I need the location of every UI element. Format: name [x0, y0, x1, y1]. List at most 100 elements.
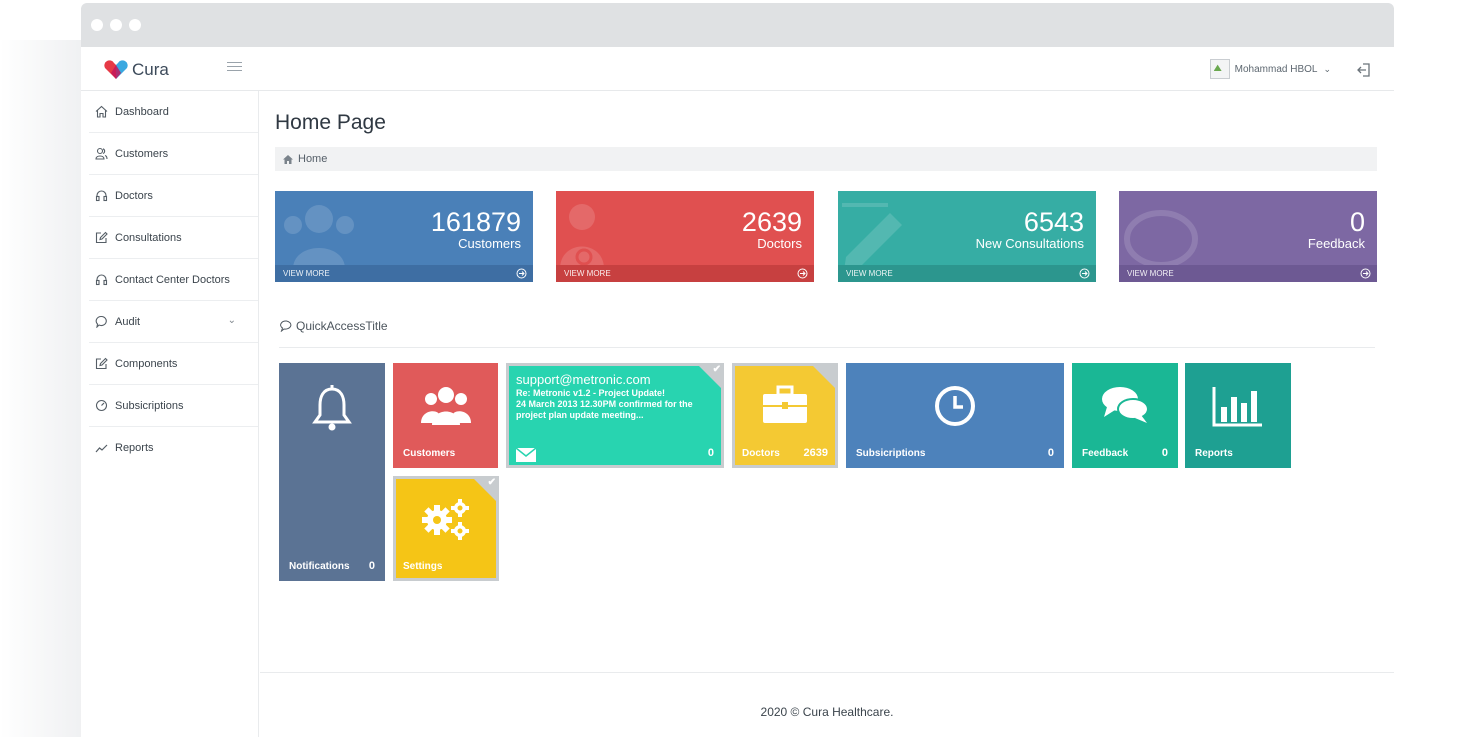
stat-label: New Consultations [975, 236, 1084, 251]
chat-bubble-icon [280, 320, 292, 332]
chat-icon [94, 315, 108, 329]
sidebar: Dashboard Customers Doctors Consultation… [89, 91, 259, 737]
breadcrumb-home-link[interactable]: Home [298, 153, 327, 165]
sidebar-item-label: Audit [115, 315, 141, 328]
chevron-down-icon[interactable]: ⌄ [228, 315, 236, 326]
selection-corner [810, 363, 838, 391]
clock-icon [846, 385, 1064, 427]
window-dot [129, 19, 141, 31]
sidebar-item-components[interactable]: Components [89, 343, 258, 385]
page-title: Home Page [275, 111, 386, 134]
home-icon [94, 105, 108, 119]
view-more-link[interactable]: VIEW MORE [846, 269, 893, 278]
tile-label: Doctors [742, 448, 780, 459]
sidebar-item-dashboard[interactable]: Dashboard [89, 91, 258, 133]
stat-value: 6543 [1023, 207, 1084, 237]
user-menu[interactable]: Mohammad HBOL ⌄ [1209, 59, 1331, 79]
mail-preview: Re: Metronic v1.2 - Project Update! 24 M… [516, 388, 712, 421]
sidebar-item-label: Consultations [115, 231, 182, 244]
stat-label: Feedback [1307, 236, 1365, 251]
view-more-link[interactable]: VIEW MORE [1127, 269, 1174, 278]
app-name: Cura [132, 60, 169, 79]
browser-window: Cura Mohammad HBOL ⌄ Dashboard Customers… [81, 3, 1394, 737]
arrow-circle-right-icon [1360, 268, 1371, 279]
sidebar-item-contact-center-doctors[interactable]: Contact Center Doctors [89, 259, 258, 301]
gauge-icon [94, 399, 108, 413]
sidebar-item-label: Contact Center Doctors [115, 273, 230, 286]
tile-label: Subsicriptions [856, 448, 926, 459]
stat-label: Customers [458, 236, 521, 251]
arrow-circle-right-icon [516, 268, 527, 279]
users-icon [94, 147, 108, 161]
tile-doctors[interactable]: Doctors 2639 [732, 363, 838, 468]
page-shadow [0, 40, 90, 737]
quick-access-label: QuickAccessTitle [296, 319, 388, 333]
bell-icon [279, 385, 385, 433]
sidebar-item-label: Dashboard [115, 105, 169, 118]
stat-footer[interactable]: VIEW MORE [838, 265, 1096, 282]
tile-count: 0 [707, 447, 714, 459]
home-icon [283, 154, 293, 164]
stat-card-consultations[interactable]: 6543 New Consultations VIEW MORE [838, 191, 1096, 282]
stat-card-doctors[interactable]: 2639 Doctors VIEW MORE [556, 191, 814, 282]
tile-label: Customers [403, 448, 456, 459]
check-icon: ✔ [487, 477, 496, 488]
window-titlebar [81, 3, 1394, 47]
sidebar-item-customers[interactable]: Customers [89, 133, 258, 175]
avatar [1209, 59, 1230, 79]
main-content: Home Page Home 161879 Customers VIEW MOR… [260, 91, 1394, 737]
sidebar-item-label: Doctors [115, 189, 153, 202]
view-more-link[interactable]: VIEW MORE [283, 269, 330, 278]
stat-footer[interactable]: VIEW MORE [1119, 265, 1377, 282]
tile-label: Feedback [1082, 448, 1129, 459]
chart-line-icon [94, 441, 108, 455]
arrow-circle-right-icon [1079, 268, 1090, 279]
mail-subject: Re: Metronic v1.2 - Project Update! [516, 388, 666, 398]
arrow-circle-right-icon [797, 268, 808, 279]
briefcase-icon [732, 385, 838, 425]
stat-card-feedback[interactable]: 0 Feedback VIEW MORE [1119, 191, 1377, 282]
stat-value: 2639 [741, 207, 802, 237]
sidebar-item-subscriptions[interactable]: Subsicriptions [89, 385, 258, 427]
tile-feedback[interactable]: Feedback 0 [1072, 363, 1178, 468]
tile-customers[interactable]: Customers [393, 363, 498, 468]
tile-mail[interactable]: support@metronic.com Re: Metronic v1.2 -… [506, 363, 724, 468]
tile-reports[interactable]: Reports [1185, 363, 1291, 468]
tile-subscriptions[interactable]: Subsicriptions 0 [846, 363, 1064, 468]
stat-footer[interactable]: VIEW MORE [556, 265, 814, 282]
sidebar-item-label: Components [115, 357, 178, 370]
stat-card-customers[interactable]: 161879 Customers VIEW MORE [275, 191, 533, 282]
headset-icon [94, 273, 108, 287]
tile-count: 0 [368, 560, 375, 572]
view-more-link[interactable]: VIEW MORE [564, 269, 611, 278]
tile-settings[interactable]: Settings ✔ [393, 476, 499, 581]
sidebar-item-doctors[interactable]: Doctors [89, 175, 258, 217]
tile-label: Notifications [289, 561, 350, 572]
mail-sender: support@metronic.com [516, 372, 651, 387]
check-icon: ✔ [712, 364, 721, 375]
logout-icon[interactable] [1356, 62, 1372, 78]
mail-body-text: 24 March 2013 12.30PM confirmed for the … [516, 399, 693, 420]
app-logo[interactable]: Cura [103, 60, 169, 80]
stat-footer[interactable]: VIEW MORE [275, 265, 533, 282]
page-footer: 2020 © Cura Healthcare. [260, 672, 1394, 737]
divider [279, 347, 1375, 348]
sidebar-item-reports[interactable]: Reports [89, 427, 258, 469]
sidebar-item-consultations[interactable]: Consultations [89, 217, 258, 259]
sidebar-item-label: Customers [115, 147, 169, 160]
window-dot [91, 19, 103, 31]
tile-count: 0 [1047, 447, 1054, 459]
top-header: Cura Mohammad HBOL ⌄ [81, 47, 1394, 91]
comments-icon [1072, 385, 1178, 425]
tile-label: Settings [403, 561, 443, 572]
edit-icon [94, 231, 108, 245]
sidebar-item-label: Subsicriptions [115, 399, 184, 412]
hamburger-menu-icon[interactable] [227, 62, 242, 74]
chevron-down-icon: ⌄ [1323, 63, 1331, 74]
gears-icon [393, 498, 499, 542]
users-icon [393, 385, 498, 429]
tile-notifications[interactable]: Notifications 0 [279, 363, 385, 581]
tile-count: 2639 [803, 447, 828, 459]
sidebar-item-audit[interactable]: Audit ⌄ [89, 301, 258, 343]
sidebar-item-label: Reports [115, 442, 154, 454]
